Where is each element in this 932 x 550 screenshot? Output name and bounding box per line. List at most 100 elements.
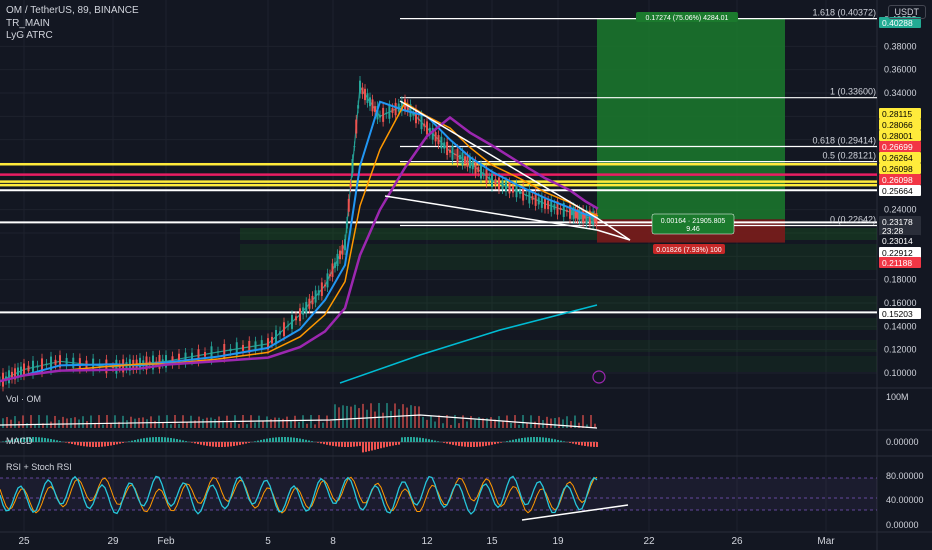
- volume-bar: [442, 423, 444, 428]
- candle-body: [320, 282, 323, 296]
- macd-bar: [38, 437, 40, 442]
- macd-bar: [308, 440, 310, 442]
- candle-body: [537, 197, 540, 205]
- volume-bar: [206, 417, 208, 428]
- time-axis-tick: Feb: [157, 536, 175, 547]
- candle-body: [27, 365, 30, 372]
- macd-bar: [383, 442, 385, 448]
- macd-bar: [371, 442, 373, 451]
- entry-label-1: 0.00164 · 21905.805: [661, 218, 726, 225]
- price-axis-tick: 0.24000: [884, 205, 917, 215]
- time-axis-tick: 22: [643, 536, 655, 547]
- macd-bar: [431, 439, 433, 442]
- candle-body: [311, 295, 314, 305]
- candle-body: [508, 182, 511, 194]
- volume-bar: [522, 415, 524, 428]
- candle-body: [443, 142, 446, 149]
- volume-bar: [582, 415, 584, 428]
- macd-bar: [137, 439, 139, 442]
- price-axis-tick: 0.18000: [884, 275, 917, 285]
- candle-body: [217, 351, 219, 353]
- volume-bar: [166, 415, 168, 428]
- macd-bar: [407, 437, 409, 442]
- indicator-tr-main[interactable]: TR_MAIN: [6, 18, 50, 30]
- candle-body: [474, 161, 477, 174]
- candle-body: [371, 99, 374, 112]
- macd-bar: [386, 442, 388, 447]
- volume-bar: [294, 415, 296, 428]
- macd-bar: [329, 442, 331, 446]
- macd-bar: [464, 442, 466, 447]
- candle-body: [366, 93, 369, 103]
- macd-bar: [71, 442, 73, 444]
- volume-bar: [526, 423, 528, 428]
- macd-bar: [500, 442, 502, 443]
- volume-bar: [46, 415, 48, 428]
- macd-bar: [449, 442, 451, 445]
- volume-bar: [158, 415, 160, 428]
- macd-bar: [173, 438, 175, 442]
- price-label: 0.28115: [882, 109, 912, 119]
- volume-bar: [466, 421, 468, 428]
- macd-bar: [233, 442, 235, 446]
- candle-body: [426, 121, 428, 135]
- volume-bar: [38, 415, 40, 428]
- candle-body: [302, 307, 305, 315]
- price-chart[interactable]: 1.618 (0.40372) 1 (0.33600) 0.618 (0.29414…: [0, 0, 932, 550]
- macd-bar: [131, 440, 133, 442]
- macd-bar: [68, 442, 70, 444]
- macd-bar: [35, 437, 37, 442]
- macd-bar: [326, 442, 328, 445]
- macd-bar: [119, 442, 121, 444]
- price-label: 0.22912: [882, 248, 913, 258]
- macd-bar: [113, 442, 115, 445]
- candle-body: [344, 239, 346, 251]
- macd-bar: [278, 437, 280, 442]
- currency-button[interactable]: USDT: [887, 5, 926, 19]
- volume-bar: [370, 403, 372, 428]
- candle-body: [379, 115, 381, 118]
- macd-bar: [149, 437, 151, 442]
- candle-body: [456, 148, 459, 163]
- macd-bar: [527, 437, 529, 442]
- time-axis-tick: 29: [107, 536, 119, 547]
- volume-bar: [106, 415, 108, 428]
- macd-bar: [473, 442, 475, 447]
- volume-bar: [534, 421, 536, 428]
- macd-bar: [170, 438, 172, 442]
- macd-bar: [590, 442, 592, 447]
- macd-pane-title: MACD: [6, 436, 33, 446]
- macd-bar: [311, 441, 313, 442]
- candle-body: [353, 146, 356, 148]
- candle-body: [331, 263, 334, 277]
- volume-pane-title: Vol · OM: [6, 394, 42, 404]
- candle-body: [20, 366, 22, 376]
- macd-bar: [86, 442, 88, 447]
- candle-body: [385, 112, 388, 115]
- volume-bar: [290, 420, 292, 428]
- volume-bar: [266, 416, 268, 428]
- price-label: 23:28: [882, 226, 904, 236]
- volume-bar: [6, 417, 8, 428]
- candle-body: [494, 179, 497, 185]
- macd-bar: [74, 442, 76, 445]
- macd-bar: [224, 442, 226, 447]
- macd-bar: [452, 442, 454, 445]
- macd-bar: [218, 442, 220, 447]
- macd-bar: [272, 437, 274, 442]
- macd-bar: [236, 442, 238, 446]
- volume-bar: [26, 423, 28, 428]
- candle-body: [519, 190, 521, 194]
- macd-bar: [257, 440, 259, 442]
- rsi-pane-title: RSI + Stoch RSI: [6, 462, 72, 472]
- macd-bar: [203, 442, 205, 446]
- macd-bar: [206, 442, 208, 446]
- macd-bar: [287, 437, 289, 442]
- volume-bar: [474, 419, 476, 428]
- macd-bar: [275, 437, 277, 442]
- volume-bar: [362, 403, 364, 428]
- indicator-lyg-atrc[interactable]: LyG ATRC: [6, 30, 53, 42]
- candle-body: [339, 250, 341, 260]
- volume-bar: [182, 415, 184, 428]
- volume-bar: [254, 422, 256, 428]
